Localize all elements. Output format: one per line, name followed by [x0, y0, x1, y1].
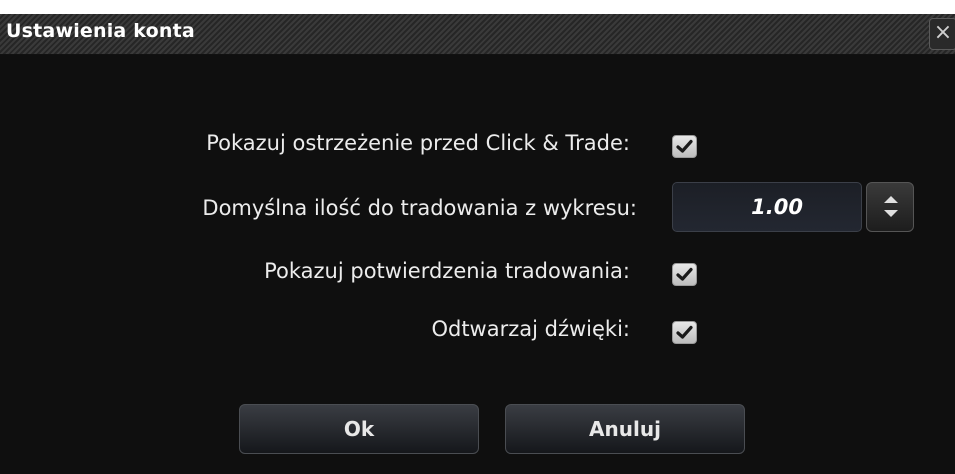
close-icon: × [933, 20, 953, 45]
dialog-titlebar[interactable]: Ustawienia konta × [0, 14, 955, 55]
play-sounds-label: Odtwarzaj dźwięki: [431, 317, 630, 341]
check-icon [676, 267, 693, 281]
trade-confirmations-label: Pokazuj potwierdzenia tradowania: [264, 259, 630, 283]
trade-confirmations-checkbox[interactable] [672, 263, 697, 286]
quantity-stepper[interactable] [866, 182, 914, 232]
account-settings-dialog: Ustawienia konta × Pokazuj ostrzeżenie p… [0, 14, 955, 474]
default-quantity-input[interactable]: 1.00 [672, 182, 862, 232]
check-icon [676, 325, 693, 339]
play-sounds-checkbox[interactable] [672, 321, 697, 344]
close-button[interactable]: × [929, 18, 955, 50]
click-trade-warning-checkbox[interactable] [672, 135, 697, 158]
cancel-button[interactable]: Anuluj [505, 404, 745, 454]
ok-button[interactable]: Ok [239, 404, 479, 454]
stepper-down-icon[interactable] [884, 210, 898, 217]
dialog-title: Ustawienia konta [6, 20, 195, 42]
stepper-up-icon[interactable] [884, 196, 898, 203]
default-quantity-label: Domyślna ilość do tradowania z wykresu: [202, 196, 637, 220]
check-icon [676, 139, 693, 153]
click-trade-warning-label: Pokazuj ostrzeżenie przed Click & Trade: [206, 131, 630, 155]
